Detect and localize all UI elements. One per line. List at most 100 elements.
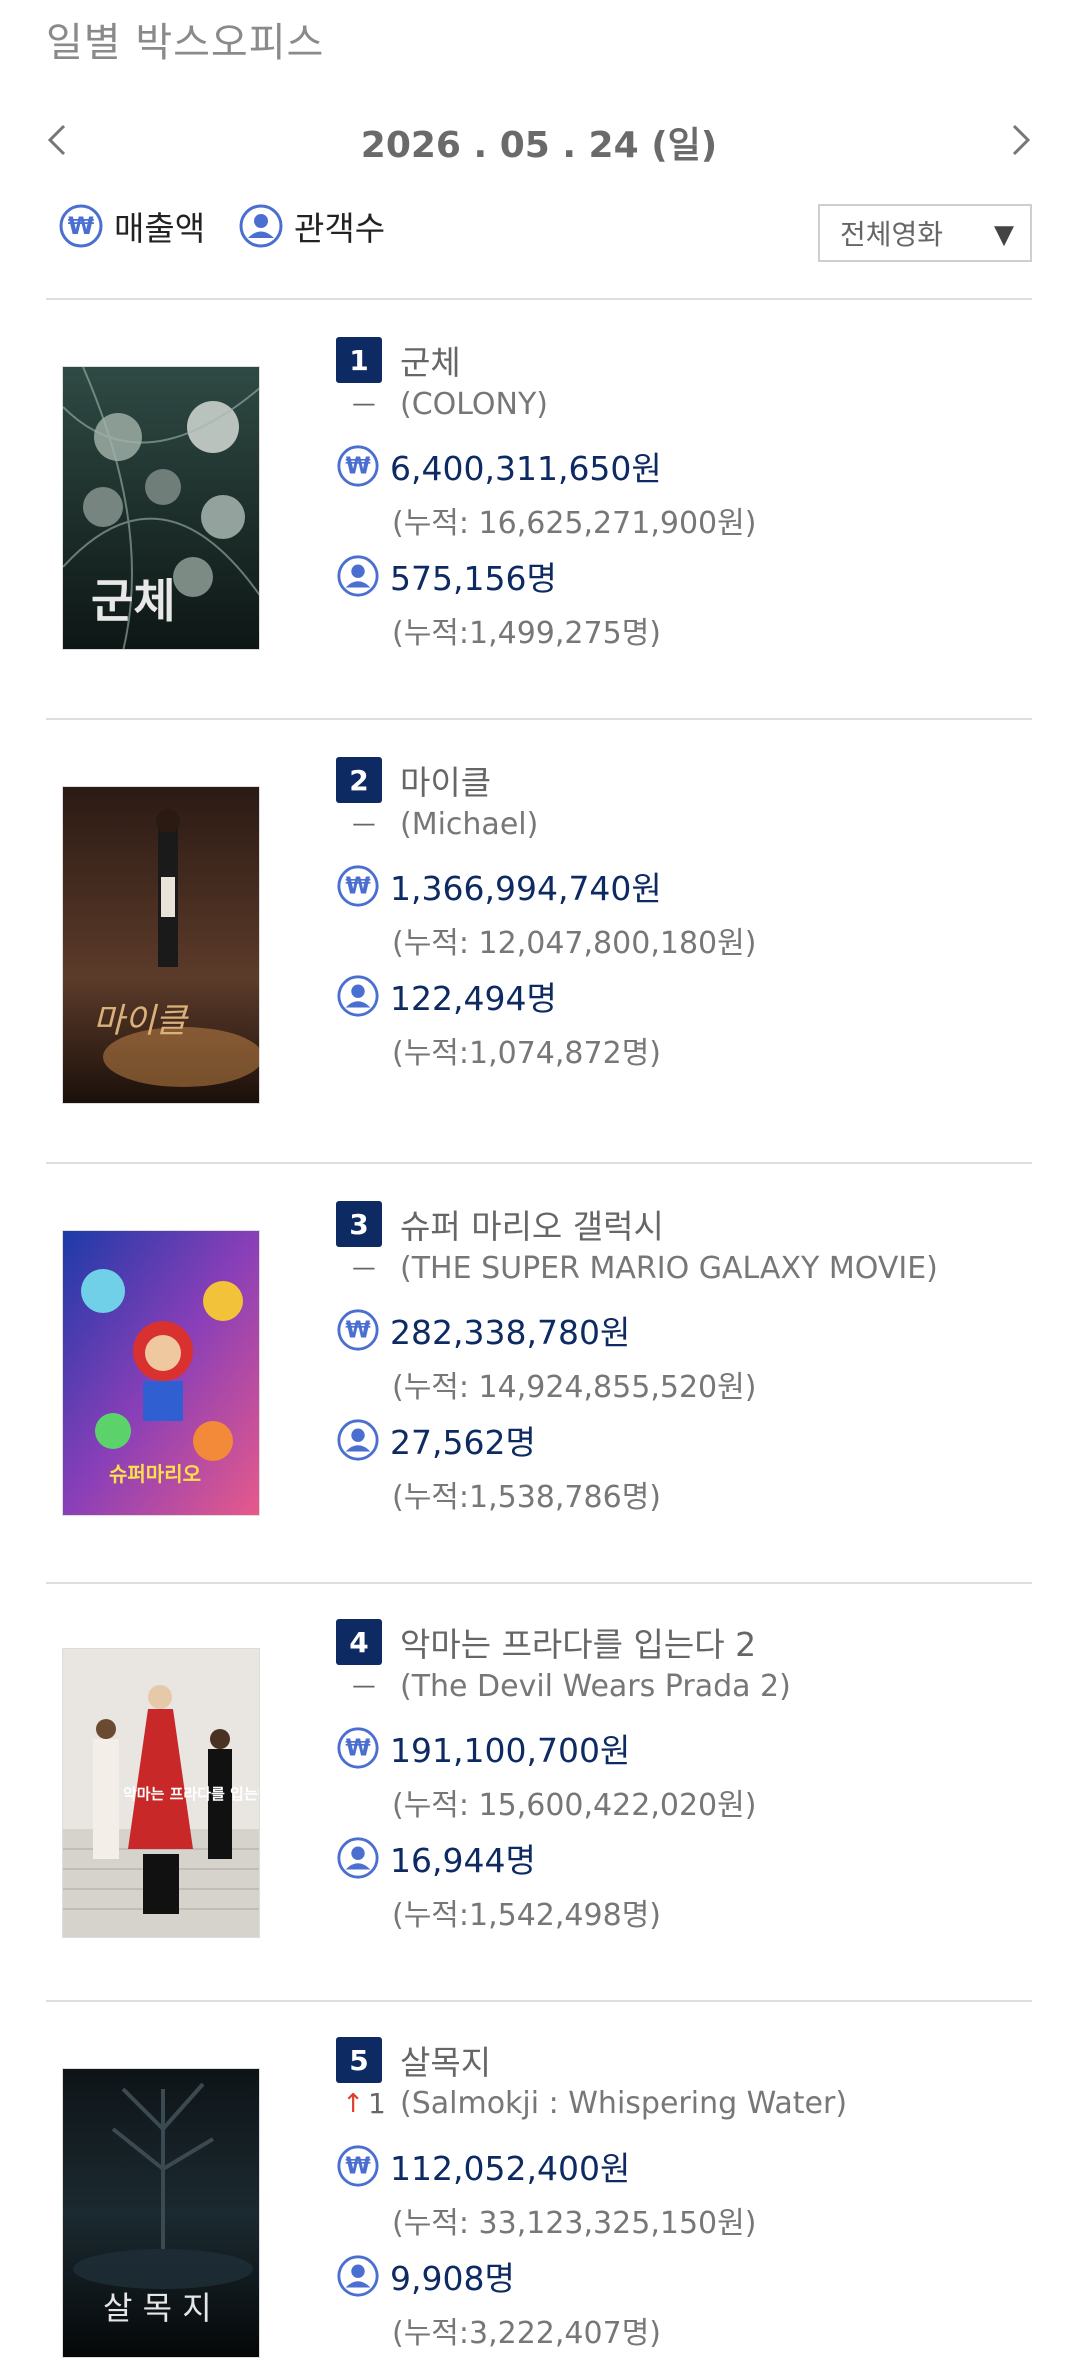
svg-text:₩: ₩ (345, 454, 370, 480)
cumulative-audience: (누적:1,499,275명) (392, 616, 661, 651)
sort-by-audience[interactable]: 관객수 (238, 202, 385, 250)
sort-by-audience-label: 관객수 (294, 209, 386, 248)
daily-audience: 27,562명 (390, 1423, 536, 1462)
daily-audience: 122,494명 (390, 979, 557, 1018)
svg-text:₩: ₩ (345, 1736, 370, 1762)
poster-image: 악마는 프라다를 입는다 (63, 1649, 260, 1937)
movie-title[interactable]: 슈퍼 마리오 갤럭시 (400, 1200, 664, 1248)
svg-text:₩: ₩ (345, 874, 370, 900)
rank-badge: 2 (336, 757, 382, 803)
daily-sales: 1,366,994,740원 (390, 869, 662, 908)
cumulative-audience: (누적:1,538,786명) (392, 1480, 661, 1515)
daily-sales: 282,338,780원 (390, 1313, 631, 1352)
poster-image: 마이클 (63, 787, 259, 1103)
daily-audience: 9,908명 (390, 2259, 515, 2298)
divider (46, 2000, 1032, 2002)
won-icon: ₩ (337, 1727, 379, 1769)
poster-image: 살 목 지 (63, 2069, 259, 2357)
poster-title-text: 살 목 지 (103, 2289, 212, 2327)
chevron-left-icon (47, 124, 66, 156)
cumulative-audience: (누적:1,074,872명) (392, 1036, 661, 1071)
svg-text:₩: ₩ (345, 2154, 370, 2180)
movie-title-en: (Salmokji : Whispering Water) (400, 2086, 848, 2121)
svg-text:₩: ₩ (345, 1318, 370, 1344)
movie-entry[interactable]: 마이클 2 마이클 ㅡ (Michael) ₩ 1,366,994,740원 (… (46, 756, 1032, 1174)
poster-image: 슈퍼마리오 (63, 1231, 259, 1515)
movie-poster[interactable]: 군체 (62, 366, 260, 650)
poster-title-text: 마이클 (93, 1001, 190, 1041)
rank-change: ㅡ (352, 812, 376, 842)
sort-filters: ₩ 매출액 관객수 전체영화 ▼ (58, 202, 1032, 262)
movie-title-en: (COLONY) (400, 387, 548, 422)
movie-title[interactable]: 살목지 (400, 2036, 491, 2084)
sort-by-sales[interactable]: ₩ 매출액 (58, 202, 205, 250)
dropdown-caret-icon: ▼ (994, 220, 1014, 250)
movie-title-en: (THE SUPER MARIO GALAXY MOVIE) (400, 1251, 938, 1286)
rank-change: ㅡ (352, 1256, 376, 1286)
next-date-button[interactable] (972, 110, 1032, 170)
movie-type-select[interactable]: 전체영화 ▼ (818, 204, 1032, 262)
poster-title-text: 군체 (91, 574, 176, 628)
person-icon (337, 975, 379, 1017)
daily-sales: 191,100,700원 (390, 1731, 631, 1770)
daily-sales: 6,400,311,650원 (390, 449, 662, 488)
cumulative-sales: (누적: 16,625,271,900원) (392, 506, 757, 541)
won-icon: ₩ (337, 2145, 379, 2187)
person-icon (337, 555, 379, 597)
daily-sales: 112,052,400원 (390, 2149, 631, 2188)
cumulative-audience: (누적:1,542,498명) (392, 1898, 661, 1933)
rank-change: 1 (367, 2087, 386, 2120)
won-icon: ₩ (337, 445, 379, 487)
rank-change: ㅡ (352, 392, 376, 422)
cumulative-audience: (누적:3,222,407명) (392, 2316, 661, 2351)
cumulative-sales: (누적: 15,600,422,020원) (392, 1788, 757, 1823)
movie-entry[interactable]: 슈퍼마리오 3 슈퍼 마리오 갤럭시 ㅡ (THE SUPER MARIO GA… (46, 1200, 1032, 1618)
movie-title[interactable]: 마이클 (400, 756, 491, 804)
movie-entry[interactable]: 군체 1 군체 ㅡ (COLONY) ₩ 6,400,311,650원 (누적:… (46, 336, 1032, 754)
person-icon (337, 1837, 379, 1879)
daily-audience: 575,156명 (390, 559, 557, 598)
divider (46, 298, 1032, 300)
chevron-right-icon (1012, 124, 1031, 156)
divider (46, 1582, 1032, 1584)
rank-badge: 3 (336, 1201, 382, 1247)
rank-change-indicator: ↑ 1 (342, 2087, 386, 2120)
movie-title[interactable]: 악마는 프라다를 입는다 2 (400, 1618, 756, 1666)
date-navigator: 2026 . 05 . 24 (일) (46, 110, 1032, 170)
movie-poster[interactable]: 슈퍼마리오 (62, 1230, 260, 1516)
daily-audience: 16,944명 (390, 1841, 536, 1880)
arrow-up-icon: ↑ (342, 2088, 364, 2119)
movie-poster[interactable]: 살 목 지 (62, 2068, 260, 2358)
movie-poster[interactable]: 악마는 프라다를 입는다 (62, 1648, 260, 1938)
rank-badge: 5 (336, 2037, 382, 2083)
movie-entry[interactable]: 살 목 지 5 살목지 ↑ 1 (Salmokji : Whispering W… (46, 2036, 1032, 2379)
divider (46, 718, 1032, 720)
rank-badge: 4 (336, 1619, 382, 1665)
won-icon: ₩ (59, 204, 103, 248)
rank-change: ㅡ (352, 1674, 376, 1704)
svg-text:₩: ₩ (68, 212, 95, 240)
sort-by-sales-label: 매출액 (114, 209, 206, 248)
cumulative-sales: (누적: 33,123,325,150원) (392, 2206, 757, 2241)
won-icon: ₩ (337, 865, 379, 907)
movie-title-en: (Michael) (400, 807, 539, 842)
page-title: 일별 박스오피스 (46, 20, 325, 66)
person-icon (337, 1419, 379, 1461)
poster-title-text: 슈퍼마리오 (109, 1462, 201, 1486)
person-icon (239, 204, 283, 248)
prev-date-button[interactable] (46, 110, 106, 170)
divider (46, 1162, 1032, 1164)
rank-badge: 1 (336, 337, 382, 383)
movie-type-select-value: 전체영화 (840, 218, 944, 251)
movie-poster[interactable]: 마이클 (62, 786, 260, 1104)
movie-title[interactable]: 군체 (400, 336, 461, 384)
cumulative-sales: (누적: 12,047,800,180원) (392, 926, 757, 961)
won-icon: ₩ (337, 1309, 379, 1351)
person-icon (337, 2255, 379, 2297)
poster-title-text: 악마는 프라다를 입는다 (123, 1785, 260, 1803)
poster-image: 군체 (63, 367, 259, 649)
current-date: 2026 . 05 . 24 (일) (360, 125, 718, 166)
movie-title-en: (The Devil Wears Prada 2) (400, 1669, 791, 1704)
cumulative-sales: (누적: 14,924,855,520원) (392, 1370, 757, 1405)
movie-entry[interactable]: 악마는 프라다를 입는다 4 악마는 프라다를 입는다 2 ㅡ (The Dev… (46, 1618, 1032, 2036)
